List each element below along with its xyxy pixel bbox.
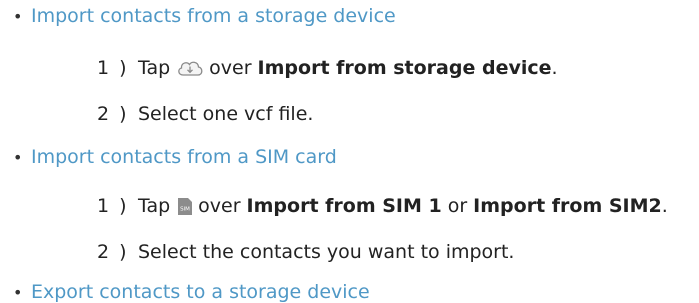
step-bold-label-2: Import from SIM2 bbox=[473, 195, 662, 217]
step-2: 2 ) Select one vcf file. bbox=[97, 103, 313, 125]
step-text-mid: over bbox=[198, 195, 241, 217]
step-bold-label: Import from SIM 1 bbox=[246, 195, 442, 217]
step-bold-label: Import from storage device bbox=[257, 57, 552, 79]
sim-card-label: SIM bbox=[180, 206, 190, 212]
section-title: Import contacts from a SIM card bbox=[31, 146, 337, 168]
step-1: 1 ) Tap over Import from storage device. bbox=[97, 57, 558, 79]
step-number: 2 ) bbox=[97, 103, 129, 125]
step-text-end: . bbox=[551, 57, 558, 79]
section-title: Export contacts to a storage device bbox=[31, 281, 370, 303]
step-text-pre: Tap bbox=[138, 195, 171, 217]
sim-card-icon: SIM bbox=[176, 197, 193, 216]
step-1: 1 ) Tap SIM over Import from SIM 1 or Im… bbox=[97, 195, 668, 217]
step-text: Select one vcf file. bbox=[138, 103, 314, 125]
step-number: 1 ) bbox=[97, 195, 129, 217]
bullet: • bbox=[13, 282, 23, 302]
step-number: 1 ) bbox=[97, 57, 129, 79]
step-text-join: or bbox=[447, 195, 468, 217]
step-2: 2 ) Select the contacts you want to impo… bbox=[97, 241, 514, 263]
step-text: Select the contacts you want to import. bbox=[138, 241, 515, 263]
step-text-pre: Tap bbox=[138, 57, 171, 79]
section-import-storage: • Import contacts from a storage device bbox=[13, 5, 396, 27]
step-text-end: . bbox=[661, 195, 668, 217]
section-import-sim: • Import contacts from a SIM card bbox=[13, 146, 337, 168]
bullet: • bbox=[13, 147, 23, 167]
step-number: 2 ) bbox=[97, 241, 129, 263]
cloud-download-icon bbox=[176, 59, 204, 77]
section-export-storage: • Export contacts to a storage device bbox=[13, 281, 370, 303]
step-text-mid: over bbox=[209, 57, 252, 79]
section-title: Import contacts from a storage device bbox=[31, 5, 396, 27]
bullet: • bbox=[13, 6, 23, 26]
